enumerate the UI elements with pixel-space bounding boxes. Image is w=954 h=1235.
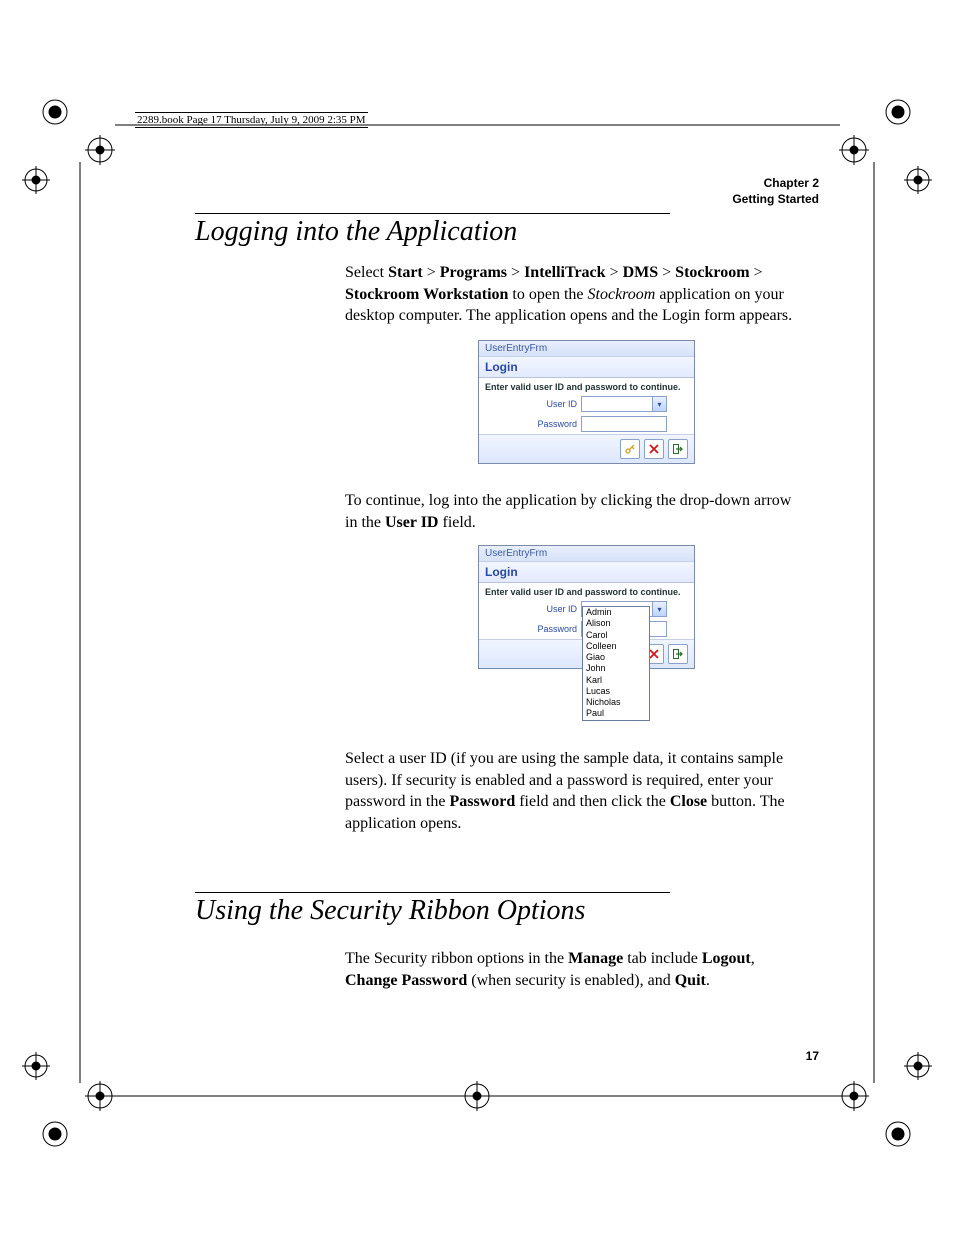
form-instruction: Enter valid user ID and password to cont…: [479, 378, 694, 394]
list-item[interactable]: Carol: [583, 630, 649, 641]
chevron-down-icon[interactable]: ▾: [652, 602, 666, 616]
password-field[interactable]: [581, 416, 667, 432]
list-item[interactable]: Paul: [583, 708, 649, 719]
list-item[interactable]: Karl: [583, 675, 649, 686]
paragraph-dropdown: To continue, log into the application by…: [345, 490, 805, 533]
section-rule: [195, 892, 670, 893]
login-form-screenshot: UserEntryFrm Login Enter valid user ID a…: [478, 340, 695, 464]
paragraph-security-ribbon: The Security ribbon options in the Manag…: [345, 948, 805, 991]
list-item[interactable]: Lucas: [583, 686, 649, 697]
key-icon[interactable]: [620, 439, 640, 459]
password-label: Password: [485, 419, 577, 429]
user-id-dropdown-list[interactable]: Admin Alison Carol Colleen Giao John Kar…: [582, 606, 650, 721]
close-icon[interactable]: [644, 439, 664, 459]
exit-icon[interactable]: [668, 644, 688, 664]
chapter-header: Chapter 2 Getting Started: [732, 175, 819, 207]
list-item[interactable]: Alison: [583, 618, 649, 629]
form-instruction: Enter valid user ID and password to cont…: [479, 583, 694, 599]
exit-icon[interactable]: [668, 439, 688, 459]
form-titlebar: UserEntryFrm: [479, 546, 694, 562]
section-rule: [195, 213, 670, 214]
list-item[interactable]: Colleen: [583, 641, 649, 652]
section-heading-logging-in: Logging into the Application: [195, 216, 517, 248]
paragraph-open-app: Select Start > Programs > IntelliTrack >…: [345, 262, 805, 327]
password-label: Password: [485, 624, 577, 634]
list-item[interactable]: Admin: [583, 607, 649, 618]
list-item[interactable]: Nicholas: [583, 697, 649, 708]
paragraph-select-user: Select a user ID (if you are using the s…: [345, 748, 805, 834]
user-id-label: User ID: [485, 604, 577, 614]
chapter-number: Chapter 2: [732, 175, 819, 191]
chapter-title: Getting Started: [732, 191, 819, 207]
list-item[interactable]: Giao: [583, 652, 649, 663]
page-number: 17: [806, 1049, 819, 1063]
login-form-screenshot-expanded: UserEntryFrm Login Enter valid user ID a…: [478, 545, 695, 669]
print-job-info: 2289.book Page 17 Thursday, July 9, 2009…: [135, 112, 368, 128]
section-heading-security-ribbon: Using the Security Ribbon Options: [195, 895, 585, 927]
list-item[interactable]: John: [583, 663, 649, 674]
form-heading: Login: [479, 357, 694, 378]
form-titlebar: UserEntryFrm: [479, 341, 694, 357]
chevron-down-icon[interactable]: ▾: [652, 397, 666, 411]
user-id-label: User ID: [485, 399, 577, 409]
form-heading: Login: [479, 562, 694, 583]
user-id-combo[interactable]: ▾: [581, 396, 667, 412]
